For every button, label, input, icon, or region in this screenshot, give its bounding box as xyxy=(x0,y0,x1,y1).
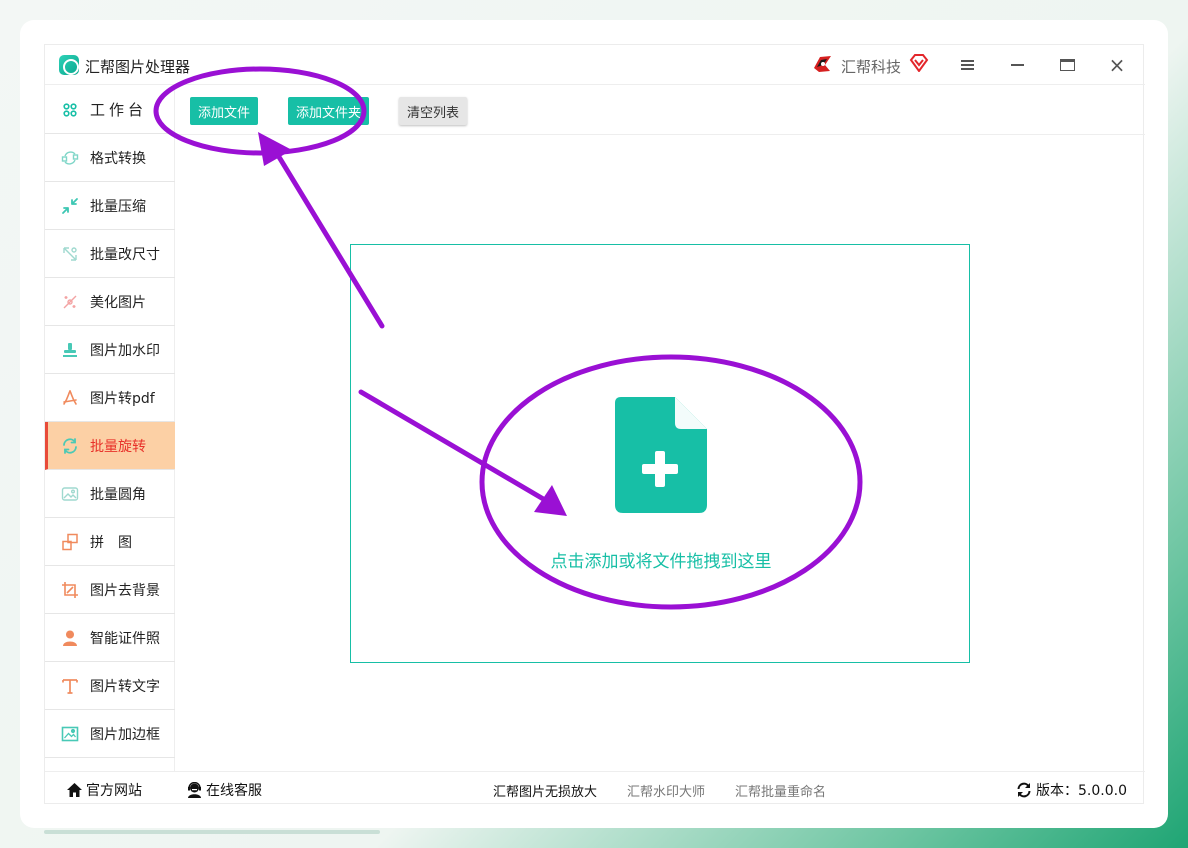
puzzle-icon xyxy=(61,533,79,551)
sidebar-item-batch-rotate[interactable]: 批量旋转 xyxy=(45,422,175,470)
lossless-enlarge-link[interactable]: 汇帮图片无损放大 xyxy=(493,781,597,800)
toolbar: 添加文件 添加文件夹 清空列表 xyxy=(176,86,1145,135)
app-title: 汇帮图片处理器 xyxy=(85,58,191,76)
sidebar-item-format-convert[interactable]: 格式转换 xyxy=(45,134,175,182)
sidebar-item-label: 图片加边框 xyxy=(90,726,160,743)
sidebar-item-workbench[interactable]: 工作台 xyxy=(45,86,175,134)
person-icon xyxy=(61,629,79,647)
taskbar-hint xyxy=(44,830,380,834)
sidebar-item-label: 批量改尺寸 xyxy=(90,246,160,263)
maximize-button[interactable] xyxy=(1053,51,1081,79)
resize-icon xyxy=(61,245,79,263)
convert-icon xyxy=(61,149,79,167)
minimize-button[interactable] xyxy=(1003,51,1031,79)
home-icon xyxy=(65,781,83,799)
crop-icon xyxy=(61,581,79,599)
online-support-label: 在线客服 xyxy=(206,783,262,799)
minimize-icon xyxy=(1010,64,1024,66)
file-drop-zone[interactable]: 点击添加或将文件拖拽到这里 xyxy=(350,244,970,663)
sidebar-item-label: 批量旋转 xyxy=(90,438,146,455)
support-agent-icon xyxy=(185,781,203,799)
watermark-master-link[interactable]: 汇帮水印大师 xyxy=(627,781,705,800)
official-website-label: 官方网站 xyxy=(86,783,142,799)
sidebar-item-remove-background[interactable]: 图片去背景 xyxy=(45,566,175,614)
close-button[interactable]: × xyxy=(1103,51,1131,79)
sidebar-item-label: 拼 图 xyxy=(90,534,132,551)
brand-name[interactable]: 汇帮科技 xyxy=(841,56,901,77)
sidebar-item-label: 图片转pdf xyxy=(90,390,155,407)
footer-bar: 官方网站 在线客服 汇帮图片无损放大 汇帮水印大师 汇帮批量重命名 版本：5.0… xyxy=(45,771,1145,805)
official-website-link[interactable]: 官方网站 xyxy=(65,780,142,800)
sidebar-item-label: 格式转换 xyxy=(90,150,146,167)
sidebar-item-label: 美化图片 xyxy=(90,294,146,311)
sidebar-item-id-photo[interactable]: 智能证件照 xyxy=(45,614,175,662)
sidebar-item-watermark[interactable]: 图片加水印 xyxy=(45,326,175,374)
version-label: 版本：5.0.0.0 xyxy=(1036,783,1127,799)
text-icon xyxy=(61,677,79,695)
grid-icon xyxy=(61,101,79,119)
clear-list-button[interactable]: 清空列表 xyxy=(399,97,467,125)
sidebar-item-label: 智能证件照 xyxy=(90,630,160,647)
sidebar-item-label: 图片加水印 xyxy=(90,342,160,359)
rounded-corner-icon xyxy=(61,485,79,503)
close-icon: × xyxy=(1108,53,1126,77)
sidebar-item-label: 图片转文字 xyxy=(90,678,160,695)
online-support-link[interactable]: 在线客服 xyxy=(185,780,262,800)
sidebar-item-rounded-corner[interactable]: 批量圆角 xyxy=(45,470,175,518)
frame-icon xyxy=(61,725,79,743)
maximize-icon xyxy=(1059,59,1075,71)
app-window: 汇帮图片处理器 汇帮科技 × 工作台 格式转换 批量压缩 批量改尺寸 美化图片 … xyxy=(44,44,1145,805)
pdf-icon xyxy=(61,389,79,407)
drop-hint-text[interactable]: 点击添加或将文件拖拽到这里 xyxy=(351,547,971,572)
add-folder-button[interactable]: 添加文件夹 xyxy=(288,97,369,125)
menu-icon xyxy=(960,60,974,70)
menu-button[interactable] xyxy=(953,51,981,79)
app-logo-icon xyxy=(59,55,79,75)
sidebar-item-add-frame[interactable]: 图片加边框 xyxy=(45,710,175,758)
batch-rename-link[interactable]: 汇帮批量重命名 xyxy=(735,781,826,800)
sidebar-item-to-text[interactable]: 图片转文字 xyxy=(45,662,175,710)
title-bar[interactable]: 汇帮图片处理器 汇帮科技 × xyxy=(45,45,1145,85)
sidebar-item-label: 批量压缩 xyxy=(90,198,146,215)
sidebar-item-label: 工作台 xyxy=(90,101,148,119)
sidebar-item-beautify[interactable]: 美化图片 xyxy=(45,278,175,326)
add-file-button[interactable]: 添加文件 xyxy=(190,97,258,125)
sidebar-item-label: 批量圆角 xyxy=(90,486,146,503)
huibang-logo-icon xyxy=(814,56,831,72)
version-info[interactable]: 版本：5.0.0.0 xyxy=(1015,780,1127,800)
sidebar-item-label: 图片去背景 xyxy=(90,582,160,599)
stamp-icon xyxy=(61,341,79,359)
sidebar-item-to-pdf[interactable]: 图片转pdf xyxy=(45,374,175,422)
sidebar-item-batch-compress[interactable]: 批量压缩 xyxy=(45,182,175,230)
refresh-icon xyxy=(1015,781,1033,799)
diamond-vip-icon[interactable] xyxy=(909,54,929,72)
file-add-icon[interactable] xyxy=(615,397,707,513)
beautify-icon xyxy=(61,293,79,311)
sidebar-item-collage[interactable]: 拼 图 xyxy=(45,518,175,566)
compress-icon xyxy=(61,197,79,215)
rotate-icon xyxy=(61,437,79,455)
sidebar-item-resize[interactable]: 批量改尺寸 xyxy=(45,230,175,278)
sidebar: 工作台 格式转换 批量压缩 批量改尺寸 美化图片 图片加水印 图片转pdf 批量… xyxy=(45,86,175,771)
